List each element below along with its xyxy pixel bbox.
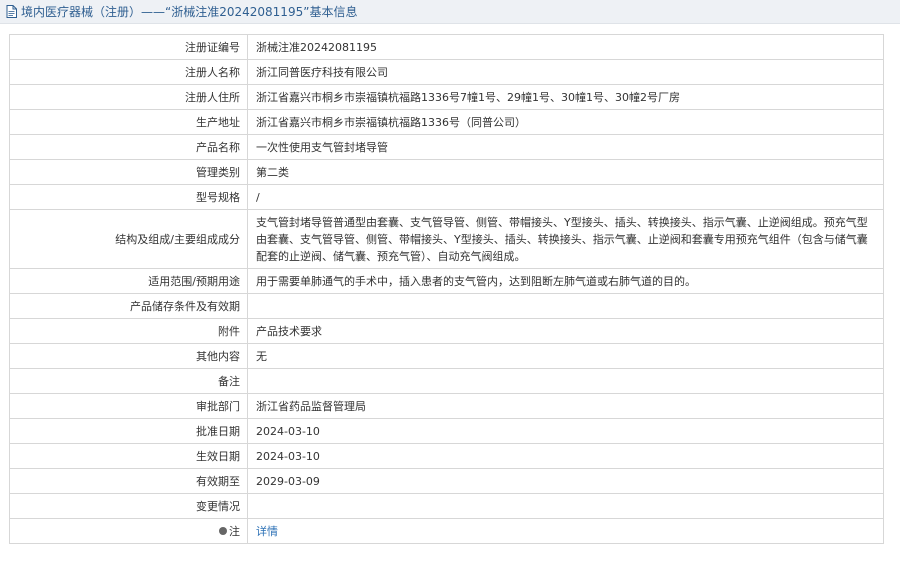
row-label: 生产地址 (9, 109, 248, 135)
table-row: 生效日期 2024-03-10 (9, 443, 884, 469)
table-row: 适用范围/预期用途 用于需要单肺通气的手术中，插入患者的支气管内，达到阻断左肺气道… (9, 268, 884, 294)
row-label: 审批部门 (9, 393, 248, 419)
row-label: 管理类别 (9, 159, 248, 185)
row-value-text: 支气管封堵导管普通型由套囊、支气管导管、侧管、带帽接头、Y型接头、插头、转换接头… (256, 215, 868, 263)
row-value: 用于需要单肺通气的手术中，插入患者的支气管内，达到阻断左肺气道或右肺气道的目的。 (247, 268, 884, 294)
details-link[interactable]: 详情 (256, 525, 278, 538)
row-label: 附件 (9, 318, 248, 344)
table-row: 管理类别 第二类 (9, 159, 884, 185)
row-label: 结构及组成/主要组成成分 (9, 209, 248, 269)
table-row: 结构及组成/主要组成成分 支气管封堵导管普通型由套囊、支气管导管、侧管、带帽接头、… (9, 209, 884, 269)
page-title: “浙械注准20242081195” (165, 5, 310, 19)
row-value (247, 368, 884, 394)
breadcrumb[interactable]: 境内医疗器械（注册） (21, 3, 141, 20)
row-value: 浙江省药品监督管理局 (247, 393, 884, 419)
page-header: 境内医疗器械（注册） —— “浙械注准20242081195” 基本信息 (0, 0, 900, 24)
row-label: 有效期至 (9, 468, 248, 494)
table-row: 型号规格 / (9, 184, 884, 210)
row-value: 浙械注准20242081195 (247, 34, 884, 60)
table-row: 产品储存条件及有效期 (9, 293, 884, 319)
row-value (247, 493, 884, 519)
table-row: 备注 (9, 368, 884, 394)
table-row: 注册人住所 浙江省嘉兴市桐乡市崇福镇杭福路1336号7幢1号、29幢1号、30幢1… (9, 84, 884, 110)
row-value: 2024-03-10 (247, 443, 884, 469)
page-title-suffix: 基本信息 (309, 5, 358, 19)
row-value: 2029-03-09 (247, 468, 884, 494)
note-label: 注 (229, 524, 240, 538)
row-label: 产品储存条件及有效期 (9, 293, 248, 319)
row-label: 型号规格 (9, 184, 248, 210)
table-row: 其他内容无 (9, 343, 884, 369)
row-label: 注册人住所 (9, 84, 248, 110)
row-label: 适用范围/预期用途 (9, 268, 248, 294)
row-value (247, 293, 884, 319)
row-value: / (247, 184, 884, 210)
row-value: 详情 (247, 518, 884, 544)
table-row: 注册人名称 浙江同普医疗科技有限公司 (9, 59, 884, 85)
row-label: 注册证编号 (9, 34, 248, 60)
row-value: 2024-03-10 (247, 418, 884, 444)
row-value: 浙江省嘉兴市桐乡市崇福镇杭福路1336号7幢1号、29幢1号、30幢1号、30幢… (247, 84, 884, 110)
row-label: 批准日期 (9, 418, 248, 444)
document-icon (6, 4, 18, 19)
header-separator: —— (141, 4, 166, 19)
table-row: 变更情况 (9, 493, 884, 519)
table-row: 有效期至 2029-03-09 (9, 468, 884, 494)
info-table: 注册证编号 浙械注准20242081195 注册人名称 浙江同普医疗科技有限公司 注册人… (9, 34, 884, 544)
row-value: 第二类 (247, 159, 884, 185)
pin-icon (219, 526, 227, 535)
row-label: 注 (9, 518, 248, 544)
row-label: 其他内容 (9, 343, 248, 369)
table-row: 批准日期 2024-03-10 (9, 418, 884, 444)
table-row: 附件 产品技术要求 (9, 318, 884, 344)
table-row: 审批部门 浙江省药品监督管理局 (9, 393, 884, 419)
row-label: 备注 (9, 368, 248, 394)
row-label: 生效日期 (9, 443, 248, 469)
row-value: 无 (247, 343, 884, 369)
row-label: 注册人名称 (9, 59, 248, 85)
row-value: 一次性使用支气管封堵导管 (247, 134, 884, 160)
row-value: 浙江同普医疗科技有限公司 (247, 59, 884, 85)
row-label: 变更情况 (9, 493, 248, 519)
row-value: 产品技术要求 (247, 318, 884, 344)
table-row: 产品名称 一次性使用支气管封堵导管 (9, 134, 884, 160)
table-row-note: 注 详情 (9, 518, 884, 544)
row-label: 产品名称 (9, 134, 248, 160)
table-row: 生产地址 浙江省嘉兴市桐乡市崇福镇杭福路1336号（同普公司） (9, 109, 884, 135)
row-value: 浙江省嘉兴市桐乡市崇福镇杭福路1336号（同普公司） (247, 109, 884, 135)
row-value: 支气管封堵导管普通型由套囊、支气管导管、侧管、带帽接头、Y型接头、插头、转换接头… (247, 209, 884, 269)
table-row: 注册证编号 浙械注准20242081195 (9, 34, 884, 60)
